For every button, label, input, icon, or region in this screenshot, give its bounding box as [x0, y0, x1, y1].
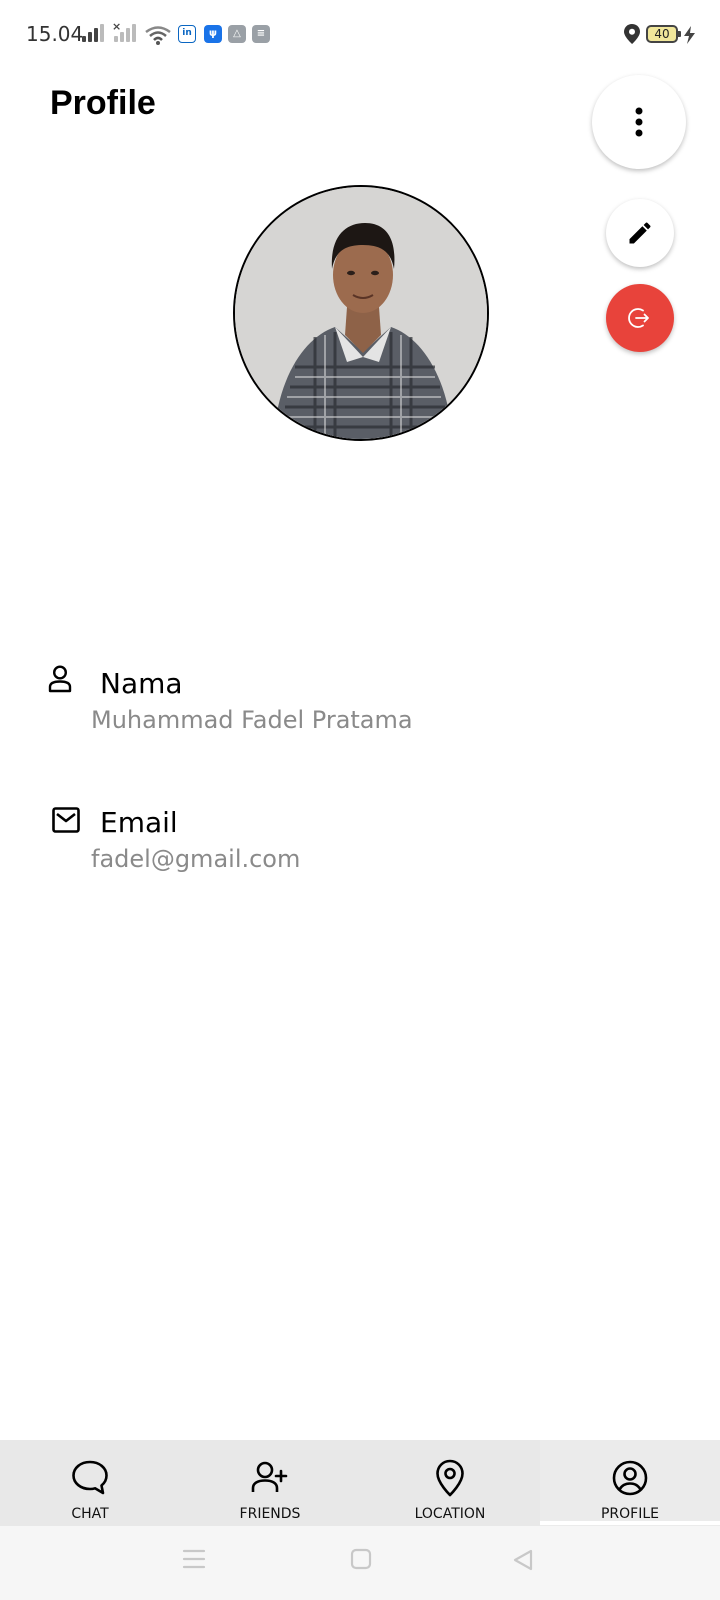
- more-vert-icon: [635, 107, 643, 137]
- layers-notification-icon: ≡: [252, 25, 270, 43]
- person-icon: [48, 665, 72, 693]
- drive-notification-icon: △: [228, 25, 246, 43]
- wifi-icon: [145, 26, 171, 45]
- battery-icon: 40: [646, 25, 681, 43]
- pencil-icon: [629, 222, 651, 244]
- name-value: Muhammad Fadel Pratama: [91, 706, 413, 734]
- nav-label-profile: PROFILE: [600, 1506, 660, 1522]
- nav-label-location: LOCATION: [414, 1506, 486, 1522]
- nav-label-chat: CHAT: [71, 1506, 109, 1522]
- nav-active-indicator: [540, 1521, 720, 1525]
- email-label: Email: [100, 806, 178, 839]
- more-options-button[interactable]: [592, 75, 686, 169]
- usb-notification-icon: ψ: [204, 25, 222, 43]
- profile-photo: [235, 187, 487, 439]
- profile-avatar[interactable]: [233, 185, 489, 441]
- nav-item-profile[interactable]: PROFILE: [540, 1440, 720, 1526]
- edit-profile-button[interactable]: [606, 199, 674, 267]
- nav-label-friends: FRIENDS: [239, 1506, 301, 1522]
- add-person-icon: [251, 1461, 288, 1492]
- nav-item-friends[interactable]: FRIENDS: [180, 1440, 360, 1526]
- nav-item-chat[interactable]: CHAT: [0, 1440, 180, 1526]
- logout-icon: [628, 308, 649, 328]
- bottom-navigation: CHAT FRIENDS LOCATION PROFILE: [0, 1440, 720, 1526]
- email-icon: [52, 807, 80, 833]
- system-navigation-bar: [0, 1526, 720, 1600]
- name-label: Nama: [100, 667, 183, 700]
- home-square-icon[interactable]: [350, 1548, 372, 1570]
- logout-button[interactable]: [606, 284, 674, 352]
- account-circle-icon: [612, 1460, 648, 1496]
- signal-strength-2-icon: [114, 24, 138, 42]
- linkedin-notification-icon: in: [178, 25, 196, 43]
- page-title: Profile: [50, 84, 156, 122]
- recents-menu-icon[interactable]: [182, 1548, 206, 1570]
- location-pin-icon: [436, 1459, 464, 1497]
- status-bar: 15.04 × in ψ △ ≡ 40: [0, 0, 720, 70]
- email-value: fadel@gmail.com: [91, 845, 301, 873]
- status-time: 15.04: [26, 22, 84, 46]
- location-status-icon: [624, 24, 640, 44]
- back-triangle-icon[interactable]: [512, 1548, 534, 1572]
- charging-icon: [684, 26, 695, 44]
- signal-strength-icon: [82, 24, 106, 42]
- chat-bubble-icon: [72, 1460, 108, 1495]
- nav-item-location[interactable]: LOCATION: [360, 1440, 540, 1526]
